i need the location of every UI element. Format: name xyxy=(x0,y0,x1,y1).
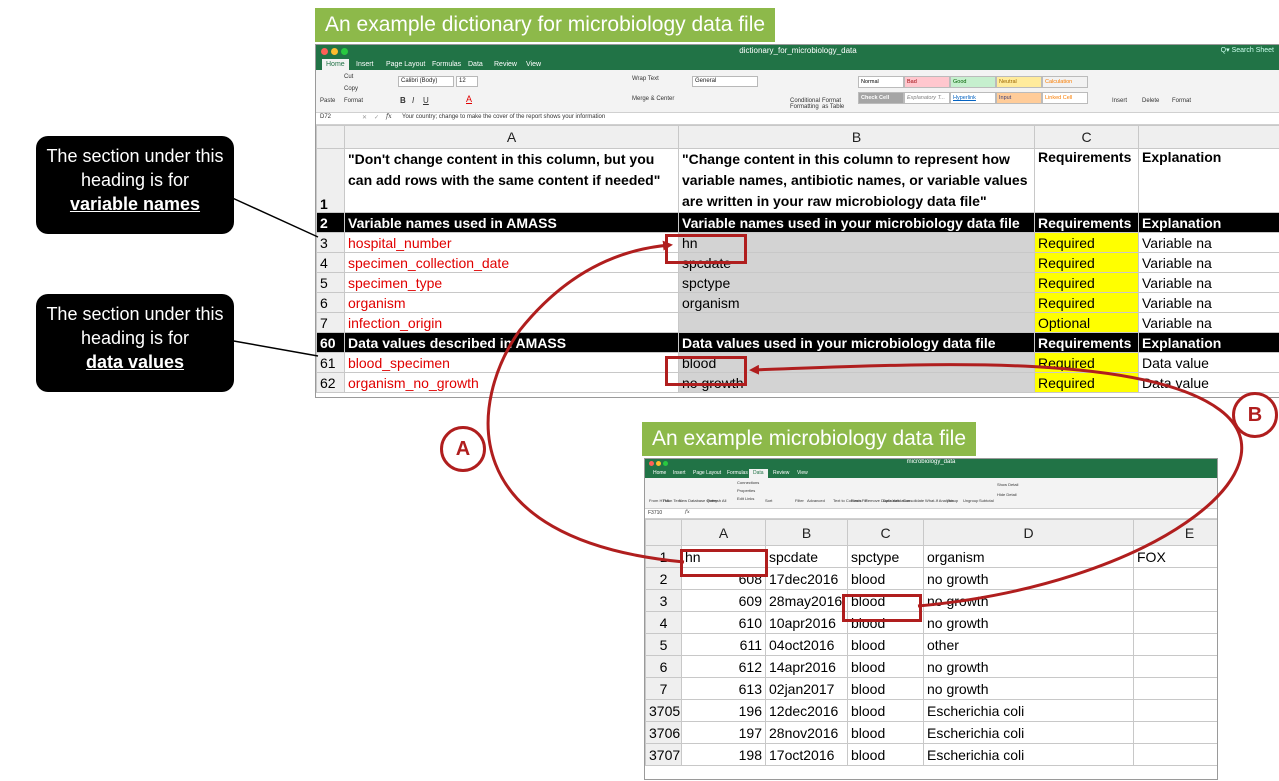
marker-a: A xyxy=(440,426,486,472)
mapping-arrows xyxy=(227,195,1244,608)
callout-pointer xyxy=(227,195,319,238)
arrow-b xyxy=(749,363,1244,608)
callout-pointer xyxy=(227,339,319,357)
marker-b: B xyxy=(1232,392,1278,438)
highlight-hn-datafile xyxy=(680,549,768,577)
arrow-a xyxy=(486,240,685,564)
highlight-hn-dictionary xyxy=(665,234,747,264)
highlight-blood-datafile xyxy=(842,594,922,622)
highlight-blood-dictionary xyxy=(665,356,747,386)
